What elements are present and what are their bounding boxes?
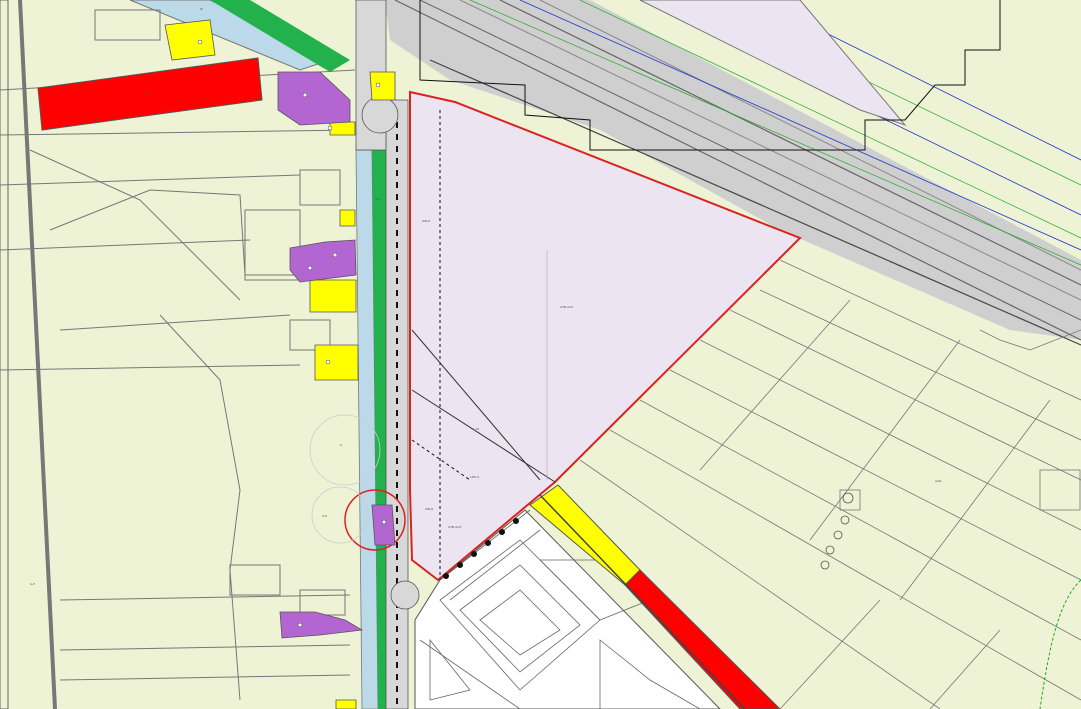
label-area-f: A-P bbox=[30, 582, 35, 586]
label-canal: W bbox=[200, 7, 203, 11]
label-area-e: GTB-AO3 bbox=[448, 525, 461, 529]
label-area-d: WN-R bbox=[425, 507, 433, 511]
label-field-east: AGR bbox=[935, 479, 941, 483]
zoning-map[interactable]: W GR GTB-AO1 WN-R L-P1 LMS-S WN-R GTB-AO… bbox=[0, 0, 1081, 709]
label-field-south: A-P bbox=[322, 514, 327, 518]
label-red-north: B-H bbox=[145, 93, 150, 97]
label-area-a: WN-R bbox=[422, 219, 430, 223]
label-area-c: LMS-S bbox=[470, 475, 479, 479]
label-main-area: GTB-AO1 bbox=[560, 305, 573, 309]
label-area-b: L-P1 bbox=[473, 427, 480, 431]
label-green-strip: GR bbox=[375, 197, 379, 201]
